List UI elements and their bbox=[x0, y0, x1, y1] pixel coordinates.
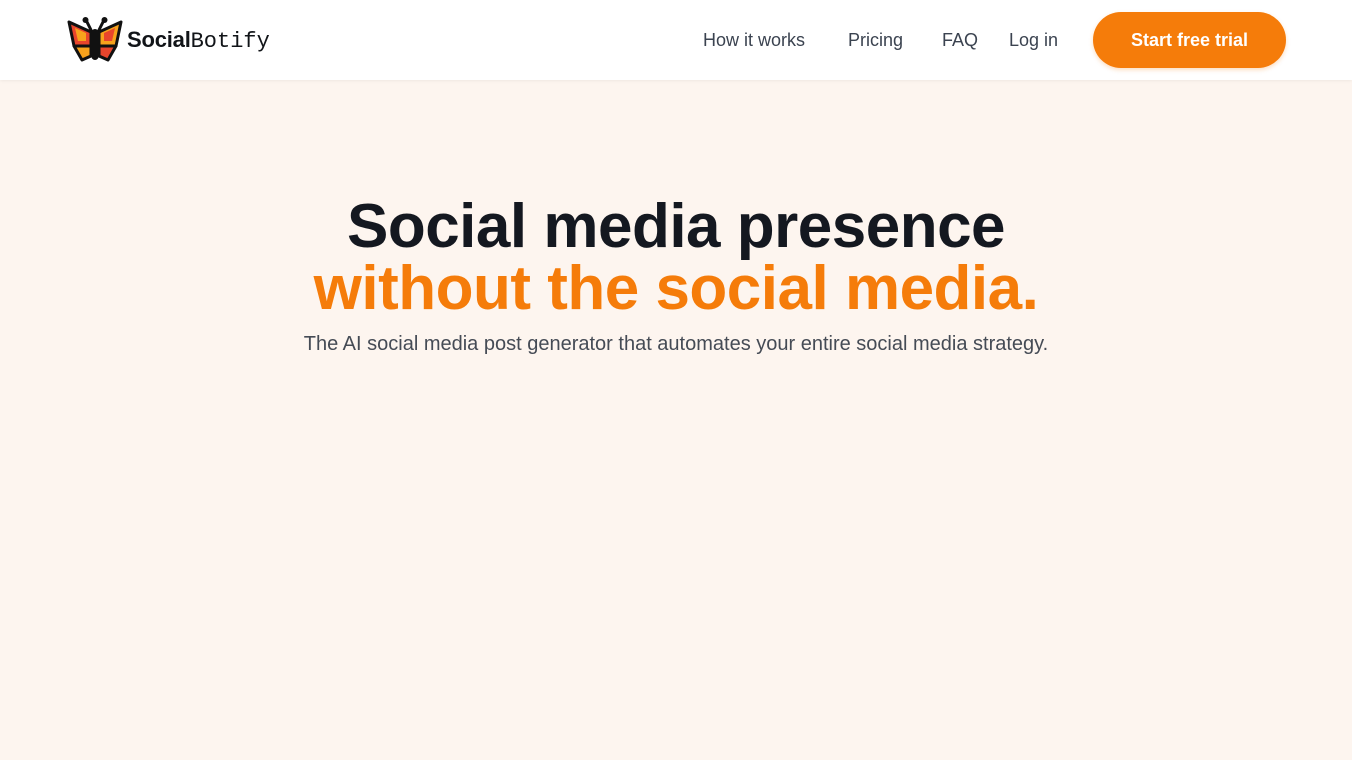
brand-name: Social Botify bbox=[127, 27, 270, 54]
hero-section bbox=[0, 80, 1352, 760]
hero-subtitle: The AI social media post generator that … bbox=[303, 333, 1049, 355]
brand-name-mono: Botify bbox=[190, 28, 270, 54]
start-free-trial-button[interactable]: Start free trial bbox=[1093, 12, 1286, 68]
nav-link-pricing[interactable]: Pricing bbox=[848, 28, 903, 52]
nav-link-faq[interactable]: FAQ bbox=[942, 28, 978, 52]
nav-link-log-in[interactable]: Log in bbox=[1009, 28, 1058, 52]
butterfly-icon bbox=[67, 17, 123, 62]
brand-name-bold: Social bbox=[127, 26, 191, 52]
nav-link-how-it-works[interactable]: How it works bbox=[703, 28, 805, 52]
hero-headline-accent: without the social media. bbox=[313, 254, 1039, 323]
hero-headline: Social media presence bbox=[346, 192, 1006, 261]
top-navbar: Social Botify How it works Pricing FAQ Lo… bbox=[0, 0, 1352, 80]
brand-logo-link[interactable]: Social Botify bbox=[66, 16, 270, 64]
